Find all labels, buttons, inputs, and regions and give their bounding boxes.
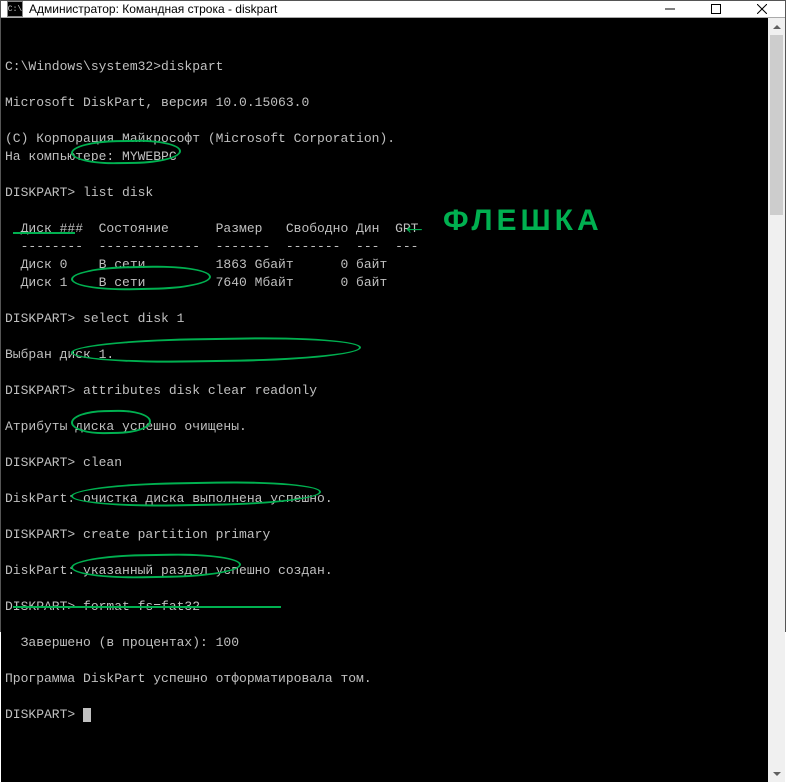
- terminal-line: DiskPart: указанный раздел успешно созда…: [5, 562, 764, 580]
- minimize-button[interactable]: [647, 1, 693, 17]
- terminal-line: Диск ### Состояние Размер Свободно Дин G…: [5, 220, 764, 238]
- terminal-line: -------- ------------- ------- ------- -…: [5, 238, 764, 256]
- terminal-line: DISKPART>: [5, 706, 764, 724]
- terminal-line: DISKPART> clean: [5, 454, 764, 472]
- terminal-line: [5, 364, 764, 382]
- terminal-line: DISKPART> create partition primary: [5, 526, 764, 544]
- terminal-line: [5, 328, 764, 346]
- cmd-icon: C:\: [7, 1, 23, 17]
- terminal-line: На компьютере: MYWEBPC: [5, 148, 764, 166]
- terminal-line: [5, 202, 764, 220]
- terminal-line: [5, 652, 764, 670]
- terminal-line: (C) Корпорация Майкрософт (Microsoft Cor…: [5, 130, 764, 148]
- terminal-line: [5, 400, 764, 418]
- terminal-line: Microsoft DiskPart, версия 10.0.15063.0: [5, 94, 764, 112]
- window-title: Администратор: Командная строка - diskpa…: [29, 2, 647, 16]
- scroll-down-button[interactable]: [768, 765, 785, 782]
- close-button[interactable]: [739, 1, 785, 17]
- terminal-line: DISKPART> attributes disk clear readonly: [5, 382, 764, 400]
- scroll-track[interactable]: [768, 35, 785, 765]
- scroll-up-button[interactable]: [768, 18, 785, 35]
- maximize-button[interactable]: [693, 1, 739, 17]
- terminal-line: Диск 1 В сети 7640 Mбайт 0 байт: [5, 274, 764, 292]
- terminal-line: [5, 508, 764, 526]
- window-controls: [647, 1, 785, 17]
- terminal-line: Завершено (в процентах): 100: [5, 634, 764, 652]
- terminal-line: [5, 76, 764, 94]
- scroll-thumb[interactable]: [770, 35, 783, 215]
- terminal-line: Атрибуты диска успешно очищены.: [5, 418, 764, 436]
- cursor: [83, 708, 91, 722]
- titlebar[interactable]: C:\ Администратор: Командная строка - di…: [1, 1, 785, 18]
- terminal-line: DISKPART> select disk 1: [5, 310, 764, 328]
- terminal-line: Программа DiskPart успешно отформатирова…: [5, 670, 764, 688]
- terminal-line: [5, 166, 764, 184]
- terminal-area: C:\Windows\system32>diskpart Microsoft D…: [1, 18, 785, 782]
- terminal-line: Диск 0 В сети 1863 Gбайт 0 байт: [5, 256, 764, 274]
- terminal-line: [5, 436, 764, 454]
- terminal-line: Выбран диск 1.: [5, 346, 764, 364]
- terminal-line: DISKPART> list disk: [5, 184, 764, 202]
- terminal-line: [5, 580, 764, 598]
- terminal-output[interactable]: C:\Windows\system32>diskpart Microsoft D…: [1, 18, 768, 782]
- terminal-line: [5, 616, 764, 634]
- terminal-line: [5, 688, 764, 706]
- vertical-scrollbar[interactable]: [768, 18, 785, 782]
- terminal-line: C:\Windows\system32>diskpart: [5, 58, 764, 76]
- terminal-line: [5, 544, 764, 562]
- cmd-window: C:\ Администратор: Командная строка - di…: [0, 0, 786, 632]
- terminal-line: [5, 292, 764, 310]
- terminal-line: [5, 472, 764, 490]
- terminal-line: [5, 112, 764, 130]
- terminal-line: DISKPART> format fs=fat32: [5, 598, 764, 616]
- terminal-line: DiskPart: очистка диска выполнена успешн…: [5, 490, 764, 508]
